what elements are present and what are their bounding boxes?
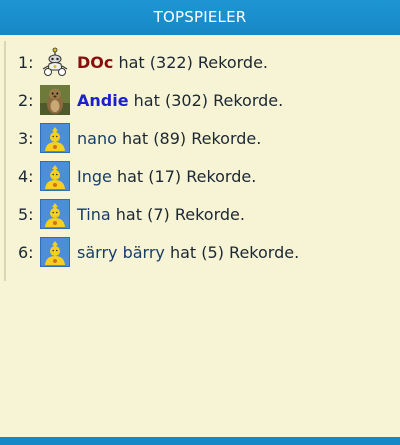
rank-number: 2: [18, 90, 34, 110]
player-name[interactable]: Andie [77, 91, 129, 110]
list-item: 6: särry bärry hat (5) Rekorde. [18, 236, 299, 268]
record-count: (17) [148, 166, 182, 186]
record-count: (302) [164, 90, 208, 110]
rank-number: 6: [18, 242, 34, 262]
footer-bar [0, 437, 400, 445]
record-suffix: Rekorde. [197, 52, 269, 72]
list-item: 1: DOc hat (322) Rekorde. [18, 46, 268, 78]
default-avatar[interactable] [40, 161, 70, 191]
record-verb: hat [121, 128, 149, 148]
record-verb: hat [115, 204, 142, 224]
rank-number: 5: [18, 204, 34, 224]
top-player-list: 1: DOc hat (322) Rekorde. 2: Andie hat (… [4, 41, 398, 281]
record-suffix: Rekorde. [191, 128, 262, 148]
list-item: 3: nano hat (89) Rekorde. [18, 122, 261, 154]
list-item: 2: Andie hat (302) Rekorde. [18, 84, 283, 116]
rank-number: 1: [18, 52, 34, 72]
list-item: 4: Inge hat (17) Rekorde. [18, 160, 256, 192]
record-suffix: Rekorde. [229, 242, 300, 262]
player-name[interactable]: Tina [77, 205, 111, 224]
list-item: 5: Tina hat (7) Rekorde. [18, 198, 245, 230]
default-avatar[interactable] [40, 237, 70, 267]
record-suffix: Rekorde. [213, 90, 284, 110]
page-title: TOPSPIELER [153, 8, 247, 26]
page-header: TOPSPIELER [0, 0, 400, 35]
record-count: (7) [147, 204, 170, 224]
record-verb: hat [118, 52, 145, 72]
rank-number: 3: [18, 128, 34, 148]
record-count: (5) [201, 242, 224, 262]
player-name[interactable]: DOc [77, 53, 113, 72]
record-count: (89) [153, 128, 187, 148]
player-name[interactable]: Inge [77, 167, 112, 186]
robot-avatar[interactable] [40, 47, 70, 77]
record-verb: hat [116, 166, 144, 186]
default-avatar[interactable] [40, 123, 70, 153]
default-avatar[interactable] [40, 199, 70, 229]
marmot-photo-avatar[interactable] [40, 85, 70, 115]
rank-number: 4: [18, 166, 34, 186]
record-count: (322) [149, 52, 193, 72]
record-suffix: Rekorde. [186, 166, 257, 186]
record-verb: hat [133, 90, 160, 110]
player-name[interactable]: nano [77, 129, 117, 148]
record-verb: hat [169, 242, 197, 262]
player-name[interactable]: särry bärry [77, 243, 165, 262]
record-suffix: Rekorde. [174, 204, 245, 224]
